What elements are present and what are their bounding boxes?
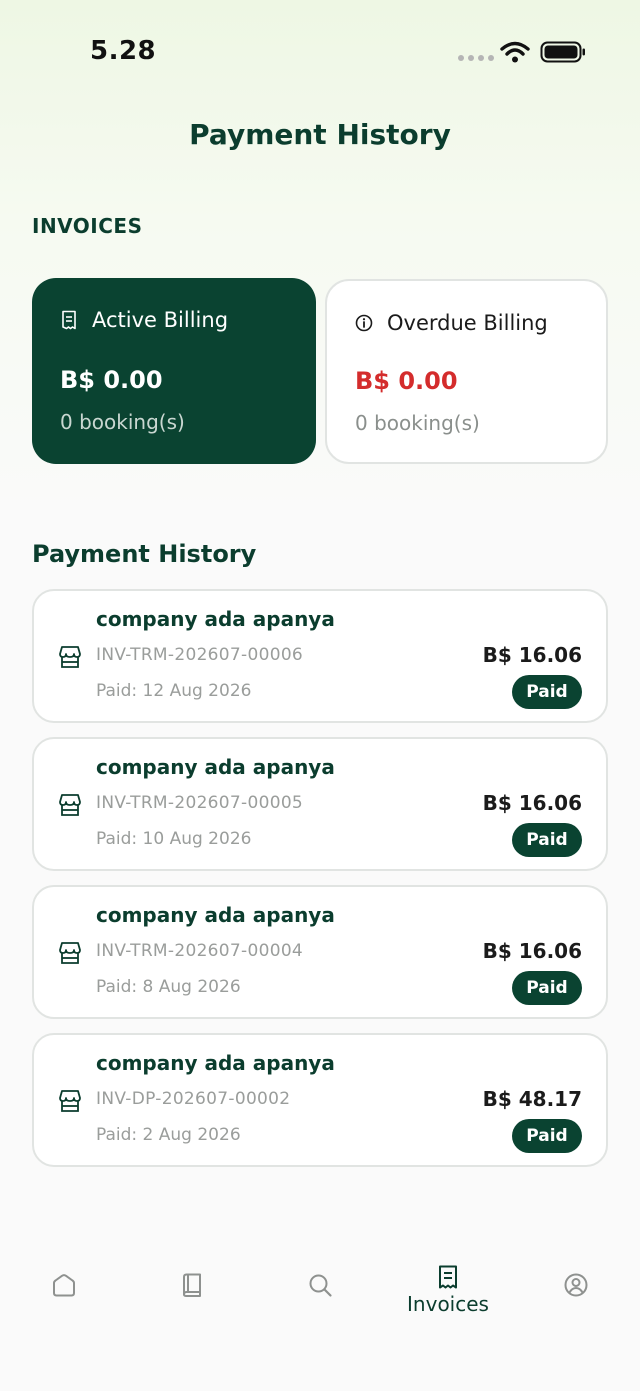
- overdue-billing-card[interactable]: Overdue Billing B$ 0.00 0 booking(s): [325, 279, 608, 464]
- active-billing-title: Active Billing: [92, 308, 229, 332]
- invoice-item[interactable]: company ada apanya INV-DP-202607-00002 P…: [32, 1033, 608, 1167]
- store-icon: [59, 794, 81, 816]
- invoice-item[interactable]: company ada apanya INV-TRM-202607-00006 …: [32, 589, 608, 723]
- status-bar: 5.28: [0, 0, 640, 100]
- invoice-company: company ada apanya: [96, 903, 335, 927]
- invoice-amount: B$ 16.06: [482, 791, 582, 815]
- payment-history-heading: Payment History: [32, 540, 257, 568]
- store-icon: [59, 942, 81, 964]
- store-icon: [59, 1090, 81, 1112]
- store-icon: [59, 646, 81, 668]
- invoice-paid-date: Paid: 2 Aug 2026: [96, 1125, 241, 1145]
- home-icon: [53, 1274, 75, 1297]
- invoice-number: INV-DP-202607-00002: [96, 1089, 291, 1109]
- status-time: 5.28: [90, 36, 157, 66]
- search-icon: [309, 1274, 332, 1297]
- invoice-company: company ada apanya: [96, 607, 335, 631]
- active-billing-amount: B$ 0.00: [60, 366, 163, 394]
- nav-search[interactable]: [256, 1250, 384, 1330]
- invoice-item[interactable]: company ada apanya INV-TRM-202607-00004 …: [32, 885, 608, 1019]
- bottom-nav: Invoices: [0, 1250, 640, 1330]
- invoice-amount: B$ 16.06: [482, 939, 582, 963]
- receipt-icon: [62, 310, 76, 330]
- active-billing-count: 0 booking(s): [60, 410, 185, 434]
- status-badge: Paid: [512, 971, 582, 1005]
- status-badge: Paid: [512, 823, 582, 857]
- invoice-number: INV-TRM-202607-00004: [96, 941, 304, 961]
- nav-bookings[interactable]: [128, 1250, 256, 1330]
- invoice-icon: [439, 1265, 457, 1289]
- invoice-number: INV-TRM-202607-00005: [96, 793, 304, 813]
- book-icon: [183, 1273, 201, 1297]
- invoice-company: company ada apanya: [96, 1051, 335, 1075]
- nav-invoices[interactable]: Invoices: [384, 1250, 512, 1330]
- overdue-billing-title: Overdue Billing: [387, 311, 548, 335]
- active-billing-card[interactable]: Active Billing B$ 0.00 0 booking(s): [32, 278, 316, 464]
- signal-dots-icon: [458, 55, 494, 61]
- info-icon: [355, 314, 373, 332]
- nav-invoices-label: Invoices: [407, 1292, 489, 1316]
- nav-home[interactable]: [0, 1250, 128, 1330]
- invoice-amount: B$ 48.17: [482, 1087, 582, 1111]
- battery-icon: [540, 41, 585, 63]
- wifi-icon: [500, 41, 530, 63]
- nav-profile[interactable]: [512, 1250, 640, 1330]
- invoice-paid-date: Paid: 10 Aug 2026: [96, 829, 252, 849]
- invoice-company: company ada apanya: [96, 755, 335, 779]
- status-badge: Paid: [512, 1119, 582, 1153]
- overdue-billing-amount: B$ 0.00: [355, 367, 458, 395]
- invoice-paid-date: Paid: 12 Aug 2026: [96, 681, 252, 701]
- invoice-paid-date: Paid: 8 Aug 2026: [96, 977, 241, 997]
- invoice-amount: B$ 16.06: [482, 643, 582, 667]
- page-title: Payment History: [189, 118, 451, 151]
- invoice-number: INV-TRM-202607-00006: [96, 645, 304, 665]
- profile-icon: [564, 1273, 588, 1297]
- invoice-item[interactable]: company ada apanya INV-TRM-202607-00005 …: [32, 737, 608, 871]
- invoice-list: company ada apanya INV-TRM-202607-00006 …: [32, 589, 608, 1181]
- status-badge: Paid: [512, 675, 582, 709]
- invoices-section-label: INVOICES: [32, 214, 143, 238]
- overdue-billing-count: 0 booking(s): [355, 411, 480, 435]
